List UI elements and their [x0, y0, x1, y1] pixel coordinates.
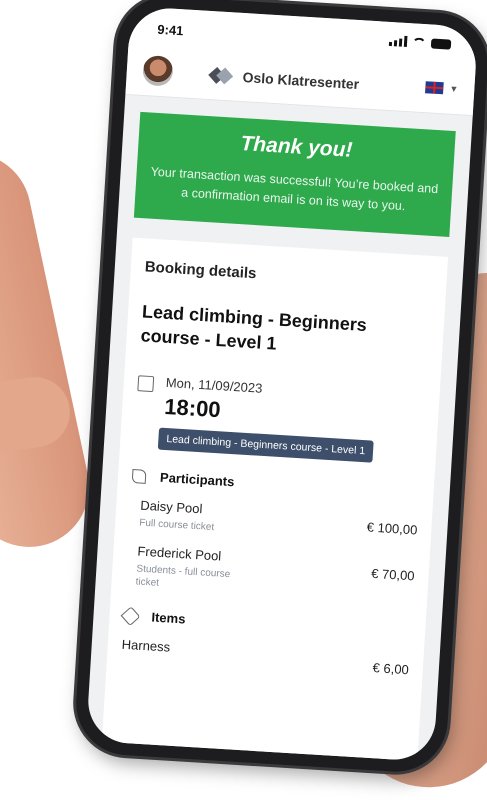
main-content: Thank you! Your transaction was successf… — [86, 95, 473, 762]
participants-title: Participants — [159, 469, 235, 490]
booking-details-card: Booking details Lead climbing - Beginner… — [101, 237, 449, 762]
status-icons — [388, 35, 452, 50]
success-banner: Thank you! Your transaction was successf… — [133, 111, 456, 237]
participant-row: Daisy Pool Full course ticket € 100,00 — [129, 497, 418, 547]
success-message: Your transaction was successful! You’re … — [150, 164, 439, 214]
avatar[interactable] — [141, 54, 174, 87]
booking-date: Mon, 11/09/2023 — [165, 374, 263, 396]
phone-screen: 9:41 Oslo Klatresenter ▼ Thank you! Your… — [85, 6, 479, 762]
event-tag: Lead climbing - Beginners course - Level… — [157, 427, 374, 463]
item-name: Harness — [121, 636, 171, 655]
participant-ticket: Students - full course ticket — [135, 563, 231, 589]
participant-name: Frederick Pool — [137, 543, 222, 564]
brand-name: Oslo Klatresenter — [242, 69, 360, 93]
participant-name: Daisy Pool — [139, 497, 203, 517]
battery-icon — [430, 37, 452, 50]
brand: Oslo Klatresenter — [208, 63, 360, 96]
left-hand — [0, 141, 101, 559]
participants-header: Participants — [131, 468, 420, 501]
calendar-icon — [137, 375, 155, 393]
phone-device: 9:41 Oslo Klatresenter ▼ Thank you! Your… — [73, 0, 487, 775]
items-icon — [120, 605, 141, 626]
booking-section-title: Booking details — [144, 258, 257, 283]
item-row: Harness € 6,00 — [121, 637, 410, 678]
participant-row: Frederick Pool Students - full course ti… — [125, 543, 415, 605]
item-price: € 6,00 — [372, 660, 410, 678]
items-title: Items — [151, 609, 186, 627]
signal-icon — [388, 35, 408, 47]
booking-datetime: Mon, 11/09/2023 18:00 — [136, 373, 426, 435]
success-title: Thank you! — [239, 132, 354, 162]
participant-price: € 70,00 — [370, 565, 415, 584]
participant-ticket: Full course ticket — [138, 517, 215, 534]
participant-price: € 100,00 — [366, 519, 418, 538]
chevron-down-icon: ▼ — [449, 83, 459, 95]
status-time: 9:41 — [156, 21, 184, 39]
language-selector[interactable]: ▼ — [425, 81, 459, 95]
items-header: Items — [120, 605, 411, 641]
uk-flag-icon — [425, 81, 444, 95]
booking-time: 18:00 — [163, 393, 222, 423]
course-title: Lead climbing - Beginners course - Level… — [140, 301, 368, 354]
participants-icon — [131, 468, 147, 484]
brand-logo-icon — [208, 63, 234, 88]
wifi-icon — [411, 36, 427, 48]
